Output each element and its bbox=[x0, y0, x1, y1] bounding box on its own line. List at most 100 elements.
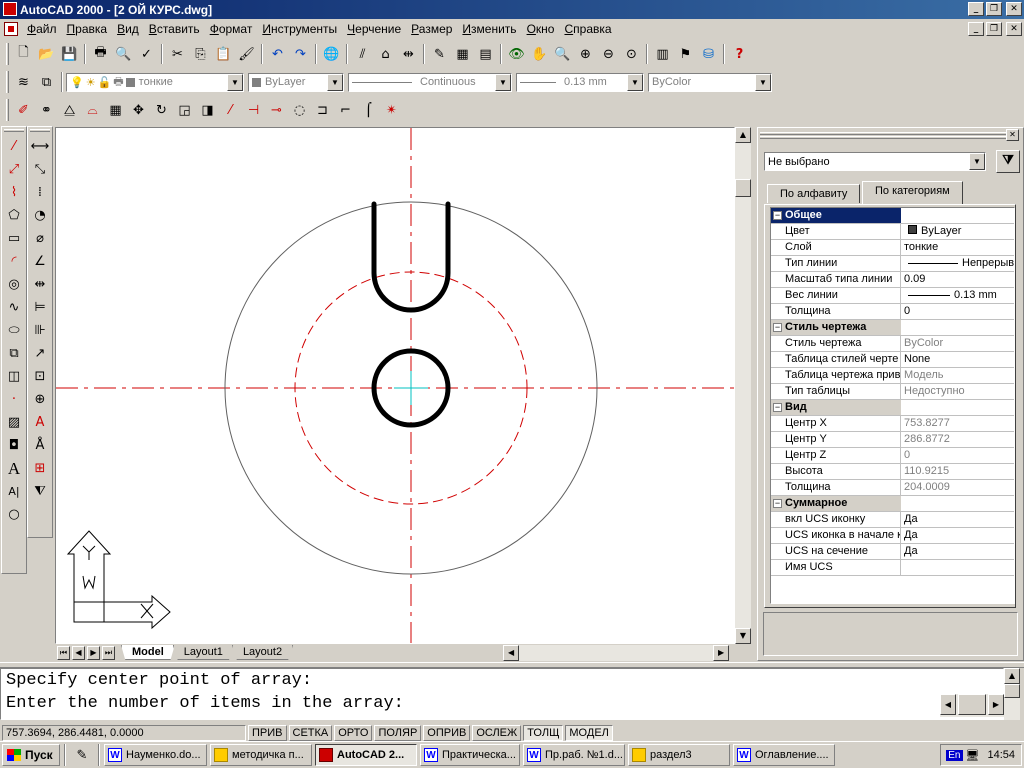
spell-check-icon[interactable]: ✓ bbox=[135, 43, 158, 65]
chevron-down-icon[interactable]: ▼ bbox=[755, 73, 771, 91]
trim-icon[interactable]: ⊣ bbox=[242, 99, 265, 121]
clock[interactable]: 14:54 bbox=[987, 749, 1015, 761]
match-properties-icon[interactable]: 🖌 bbox=[235, 43, 258, 65]
property-value[interactable]: 204.0009 bbox=[901, 480, 1014, 495]
offset-icon[interactable]: ⌓ bbox=[81, 99, 104, 121]
dim-style-icon[interactable]: ⧨ bbox=[29, 480, 51, 503]
baseline-dim-icon[interactable]: ⊨ bbox=[29, 296, 51, 319]
doc-close-button[interactable]: ✕ bbox=[1006, 22, 1022, 36]
property-value[interactable]: None bbox=[901, 352, 1014, 367]
break-at-point-icon[interactable]: ⊐ bbox=[311, 99, 334, 121]
taskbar-item[interactable]: AutoCAD 2... bbox=[315, 744, 417, 766]
status-toggle-5[interactable]: ОСЛЕЖ bbox=[472, 724, 522, 741]
collapse-icon[interactable]: − bbox=[773, 499, 782, 508]
document-icon[interactable] bbox=[4, 22, 18, 36]
save-icon[interactable]: 💾 bbox=[58, 43, 81, 65]
property-row[interactable]: вкл UCS иконку Да bbox=[771, 512, 1014, 528]
scroll-right-icon[interactable]: ▶ bbox=[713, 644, 730, 661]
construction-line-icon[interactable]: ⤢ bbox=[3, 158, 25, 181]
last-tab-icon[interactable]: ⏭ bbox=[102, 645, 115, 660]
zoom-extents-icon[interactable]: ⊙ bbox=[620, 43, 643, 65]
status-toggle-1[interactable]: СЕТКА bbox=[288, 724, 333, 741]
property-value[interactable]: 0.13 mm bbox=[901, 288, 1014, 303]
3d-orbit-icon[interactable]: 👁 bbox=[505, 43, 528, 65]
mirror-icon[interactable]: ⧋ bbox=[58, 99, 81, 121]
menu-item-10[interactable]: Справка bbox=[559, 22, 616, 36]
leader-icon[interactable]: ↗ bbox=[29, 342, 51, 365]
donut-icon[interactable]: ○ bbox=[3, 503, 25, 526]
extend-icon[interactable]: ⊸ bbox=[265, 99, 288, 121]
property-row[interactable]: Масштаб типа линии 0.09 bbox=[771, 272, 1014, 288]
color-combo[interactable]: ByLayer ▼ bbox=[248, 72, 344, 92]
scroll-down-icon[interactable]: ▼ bbox=[735, 628, 751, 644]
point-icon[interactable]: · bbox=[3, 388, 25, 411]
scroll-thumb[interactable] bbox=[1004, 684, 1020, 698]
make-layer-current-icon[interactable]: ⧉ bbox=[35, 71, 58, 93]
diameter-dim-icon[interactable]: ⌀ bbox=[29, 227, 51, 250]
menu-item-3[interactable]: Вставить bbox=[144, 22, 205, 36]
paste-icon[interactable]: 📋 bbox=[212, 43, 235, 65]
break-icon[interactable]: ◌ bbox=[288, 99, 311, 121]
array-icon[interactable]: ▦ bbox=[104, 99, 127, 121]
status-toggle-0[interactable]: ПРИВ bbox=[248, 724, 287, 741]
property-row[interactable]: Таблица стилей черте None bbox=[771, 352, 1014, 368]
chevron-down-icon[interactable]: ▼ bbox=[627, 73, 643, 91]
tab-layout1[interactable]: Layout1 bbox=[172, 645, 234, 660]
menu-item-6[interactable]: Черчение bbox=[342, 22, 406, 36]
ellipse-icon[interactable]: ⬭ bbox=[3, 319, 25, 342]
property-value[interactable]: Непрерывн bbox=[901, 256, 1014, 271]
collapse-icon[interactable]: − bbox=[773, 323, 782, 332]
property-row[interactable]: Стиль чертежа ByColor bbox=[771, 336, 1014, 352]
tab-model[interactable]: Model bbox=[121, 645, 175, 660]
print-preview-icon[interactable]: 🔍 bbox=[112, 43, 135, 65]
arc-icon[interactable]: ◜ bbox=[3, 250, 25, 273]
make-block-icon[interactable]: ◫ bbox=[3, 365, 25, 388]
erase-icon[interactable]: ✐ bbox=[12, 99, 35, 121]
property-value[interactable]: 753.8277 bbox=[901, 416, 1014, 431]
single-line-text-icon[interactable]: A| bbox=[3, 480, 25, 503]
spline-icon[interactable]: ∿ bbox=[3, 296, 25, 319]
status-toggle-7[interactable]: МОДЕЛ bbox=[565, 724, 613, 741]
selection-combo[interactable]: Не выбрано ▼ bbox=[764, 152, 986, 171]
toolbar-grip[interactable] bbox=[6, 71, 9, 93]
property-row[interactable]: Тип таблицы Недоступно bbox=[771, 384, 1014, 400]
ordinate-dim-icon[interactable]: ⁞ bbox=[29, 181, 51, 204]
property-row[interactable]: Вес линии 0.13 mm bbox=[771, 288, 1014, 304]
property-row[interactable]: Толщина 204.0009 bbox=[771, 480, 1014, 496]
property-value[interactable]: 286.8772 bbox=[901, 432, 1014, 447]
snap-from-icon[interactable]: ⫽ bbox=[351, 43, 374, 65]
network-icon[interactable]: 🖥 bbox=[966, 749, 980, 762]
command-scrollbar[interactable]: ▲ bbox=[1004, 668, 1020, 720]
print-icon[interactable]: 🖶 bbox=[89, 43, 112, 65]
start-button[interactable]: Пуск bbox=[2, 744, 60, 766]
property-category[interactable]: − Общее bbox=[771, 208, 1014, 224]
command-line[interactable]: Specify center point of array: Enter the… bbox=[0, 668, 1004, 720]
copy-icon[interactable]: ⎘ bbox=[189, 43, 212, 65]
open-folder-icon[interactable]: 📂 bbox=[35, 43, 58, 65]
close-button[interactable]: ✕ bbox=[1006, 2, 1022, 16]
lengthen-icon[interactable]: ⁄ bbox=[219, 99, 242, 121]
quick-dim-icon[interactable]: ⇹ bbox=[29, 273, 51, 296]
doc-restore-button[interactable]: ❐ bbox=[986, 22, 1002, 36]
scroll-thumb[interactable] bbox=[958, 694, 986, 715]
fillet-icon[interactable]: ⌠ bbox=[357, 99, 380, 121]
taskbar-item[interactable]: W Науменко.do... bbox=[104, 744, 207, 766]
property-value[interactable] bbox=[901, 560, 1014, 575]
redraw-icon[interactable]: ✎ bbox=[428, 43, 451, 65]
rotate-icon[interactable]: ↻ bbox=[150, 99, 173, 121]
chevron-down-icon[interactable]: ▼ bbox=[227, 73, 243, 91]
property-value[interactable]: Недоступно bbox=[901, 384, 1014, 399]
palette-grip[interactable] bbox=[760, 132, 1006, 135]
web-globe-icon[interactable]: 🌐 bbox=[320, 43, 343, 65]
dim-edit-icon[interactable]: A bbox=[29, 411, 51, 434]
design-center-icon[interactable]: ⚑ bbox=[674, 43, 697, 65]
property-value[interactable]: 0 bbox=[901, 448, 1014, 463]
scale-icon[interactable]: ◲ bbox=[173, 99, 196, 121]
circle-icon[interactable]: ◎ bbox=[3, 273, 25, 296]
scroll-right-icon[interactable]: ▶ bbox=[988, 694, 1004, 715]
drawing-svg[interactable] bbox=[56, 128, 735, 644]
toolbar-grip[interactable] bbox=[30, 129, 50, 132]
taskbar-item[interactable]: W Практическа... bbox=[420, 744, 520, 766]
scroll-left-icon[interactable]: ◀ bbox=[940, 694, 956, 715]
toolbar-grip[interactable] bbox=[4, 129, 24, 132]
